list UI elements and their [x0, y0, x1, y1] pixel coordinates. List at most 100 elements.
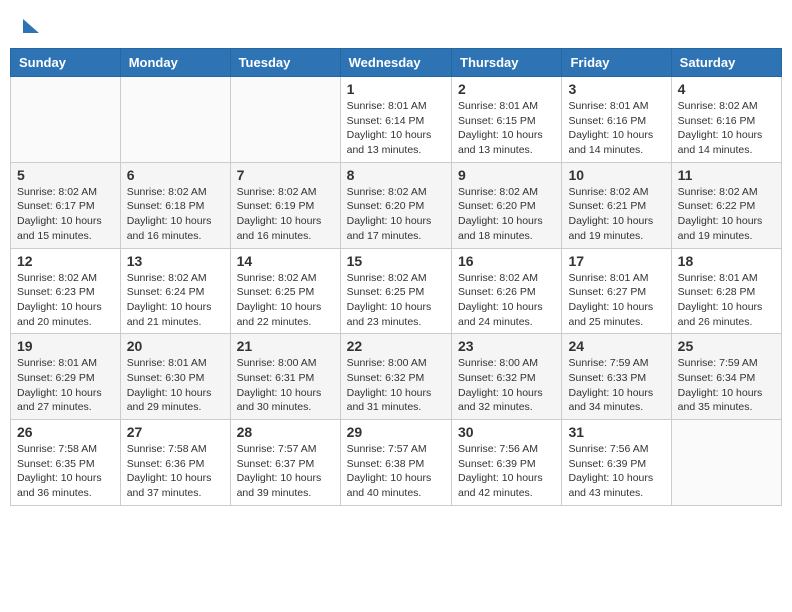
day-detail: Sunrise: 8:01 AM Sunset: 6:29 PM Dayligh…	[17, 356, 114, 415]
calendar-cell: 26 Sunrise: 7:58 AM Sunset: 6:35 PM Dayli…	[11, 420, 121, 506]
day-detail: Sunrise: 7:56 AM Sunset: 6:39 PM Dayligh…	[568, 442, 664, 501]
calendar-cell: 20Sunrise: 8:01 AM Sunset: 6:30 PM Dayli…	[120, 334, 230, 420]
day-detail: Sunrise: 8:02 AM Sunset: 6:18 PM Dayligh…	[127, 185, 224, 244]
calendar-cell: 8 Sunrise: 8:02 AM Sunset: 6:20 PM Daylig…	[340, 162, 451, 248]
day-detail: Sunrise: 8:02 AM Sunset: 6:23 PM Dayligh…	[17, 271, 114, 330]
calendar-cell: 28 Sunrise: 7:57 AM Sunset: 6:37 PM Dayli…	[230, 420, 340, 506]
day-detail: Sunrise: 7:59 AM Sunset: 6:34 PM Dayligh…	[678, 356, 775, 415]
day-detail: Sunrise: 8:01 AM Sunset: 6:14 PM Dayligh…	[347, 99, 445, 158]
day-number: 27	[127, 424, 224, 440]
calendar-cell: 21 Sunrise: 8:00 AM Sunset: 6:31 PM Dayli…	[230, 334, 340, 420]
day-number: 30	[458, 424, 555, 440]
day-detail: Sunrise: 8:02 AM Sunset: 6:16 PM Dayligh…	[678, 99, 775, 158]
day-detail: Sunrise: 8:02 AM Sunset: 6:24 PM Dayligh…	[127, 271, 224, 330]
logo	[20, 15, 39, 33]
day-number: 19	[17, 338, 114, 354]
day-number: 14	[237, 253, 334, 269]
calendar-cell: 30 Sunrise: 7:56 AM Sunset: 6:39 PM Dayli…	[452, 420, 562, 506]
day-detail: Sunrise: 7:56 AM Sunset: 6:39 PM Dayligh…	[458, 442, 555, 501]
day-detail: Sunrise: 8:02 AM Sunset: 6:20 PM Dayligh…	[347, 185, 445, 244]
calendar-week-row: 26 Sunrise: 7:58 AM Sunset: 6:35 PM Dayli…	[11, 420, 782, 506]
calendar-cell: 5 Sunrise: 8:02 AM Sunset: 6:17 PM Daylig…	[11, 162, 121, 248]
calendar-cell: 17 Sunrise: 8:01 AM Sunset: 6:27 PM Dayli…	[562, 248, 671, 334]
calendar-cell: 25 Sunrise: 7:59 AM Sunset: 6:34 PM Dayli…	[671, 334, 781, 420]
day-detail: Sunrise: 7:59 AM Sunset: 6:33 PM Dayligh…	[568, 356, 664, 415]
weekday-header-friday: Friday	[562, 49, 671, 77]
page-header	[10, 10, 782, 38]
calendar-cell: 29 Sunrise: 7:57 AM Sunset: 6:38 PM Dayli…	[340, 420, 451, 506]
calendar-cell: 15Sunrise: 8:02 AM Sunset: 6:25 PM Dayli…	[340, 248, 451, 334]
day-detail: Sunrise: 8:00 AM Sunset: 6:32 PM Dayligh…	[347, 356, 445, 415]
day-detail: Sunrise: 7:57 AM Sunset: 6:37 PM Dayligh…	[237, 442, 334, 501]
day-detail: Sunrise: 8:02 AM Sunset: 6:25 PM Dayligh…	[237, 271, 334, 330]
day-number: 17	[568, 253, 664, 269]
calendar-cell	[230, 77, 340, 163]
day-detail: Sunrise: 8:02 AM Sunset: 6:21 PM Dayligh…	[568, 185, 664, 244]
day-number: 29	[347, 424, 445, 440]
calendar-cell: 9Sunrise: 8:02 AM Sunset: 6:20 PM Daylig…	[452, 162, 562, 248]
day-number: 10	[568, 167, 664, 183]
calendar-cell: 7 Sunrise: 8:02 AM Sunset: 6:19 PM Daylig…	[230, 162, 340, 248]
calendar-cell: 3Sunrise: 8:01 AM Sunset: 6:16 PM Daylig…	[562, 77, 671, 163]
day-number: 16	[458, 253, 555, 269]
day-detail: Sunrise: 7:58 AM Sunset: 6:36 PM Dayligh…	[127, 442, 224, 501]
calendar-cell: 1 Sunrise: 8:01 AM Sunset: 6:14 PM Daylig…	[340, 77, 451, 163]
calendar-cell: 14 Sunrise: 8:02 AM Sunset: 6:25 PM Dayli…	[230, 248, 340, 334]
day-number: 25	[678, 338, 775, 354]
calendar-cell: 22Sunrise: 8:00 AM Sunset: 6:32 PM Dayli…	[340, 334, 451, 420]
day-number: 18	[678, 253, 775, 269]
calendar-cell	[11, 77, 121, 163]
day-number: 23	[458, 338, 555, 354]
calendar-cell: 11 Sunrise: 8:02 AM Sunset: 6:22 PM Dayli…	[671, 162, 781, 248]
calendar-week-row: 19 Sunrise: 8:01 AM Sunset: 6:29 PM Dayli…	[11, 334, 782, 420]
weekday-header-tuesday: Tuesday	[230, 49, 340, 77]
calendar-cell: 2 Sunrise: 8:01 AM Sunset: 6:15 PM Daylig…	[452, 77, 562, 163]
day-number: 21	[237, 338, 334, 354]
day-detail: Sunrise: 8:00 AM Sunset: 6:32 PM Dayligh…	[458, 356, 555, 415]
weekday-header-wednesday: Wednesday	[340, 49, 451, 77]
day-detail: Sunrise: 8:02 AM Sunset: 6:19 PM Dayligh…	[237, 185, 334, 244]
day-detail: Sunrise: 8:01 AM Sunset: 6:28 PM Dayligh…	[678, 271, 775, 330]
day-detail: Sunrise: 8:02 AM Sunset: 6:22 PM Dayligh…	[678, 185, 775, 244]
day-detail: Sunrise: 8:02 AM Sunset: 6:20 PM Dayligh…	[458, 185, 555, 244]
day-number: 8	[347, 167, 445, 183]
day-detail: Sunrise: 7:57 AM Sunset: 6:38 PM Dayligh…	[347, 442, 445, 501]
day-detail: Sunrise: 8:01 AM Sunset: 6:30 PM Dayligh…	[127, 356, 224, 415]
day-detail: Sunrise: 8:01 AM Sunset: 6:16 PM Dayligh…	[568, 99, 664, 158]
day-number: 24	[568, 338, 664, 354]
day-detail: Sunrise: 7:58 AM Sunset: 6:35 PM Dayligh…	[17, 442, 114, 501]
day-detail: Sunrise: 8:01 AM Sunset: 6:27 PM Dayligh…	[568, 271, 664, 330]
calendar-table: SundayMondayTuesdayWednesdayThursdayFrid…	[10, 48, 782, 506]
calendar-body: 1 Sunrise: 8:01 AM Sunset: 6:14 PM Daylig…	[11, 77, 782, 506]
day-number: 5	[17, 167, 114, 183]
weekday-header-monday: Monday	[120, 49, 230, 77]
day-detail: Sunrise: 8:01 AM Sunset: 6:15 PM Dayligh…	[458, 99, 555, 158]
day-number: 2	[458, 81, 555, 97]
day-number: 28	[237, 424, 334, 440]
calendar-cell: 10 Sunrise: 8:02 AM Sunset: 6:21 PM Dayli…	[562, 162, 671, 248]
weekday-header-thursday: Thursday	[452, 49, 562, 77]
day-detail: Sunrise: 8:02 AM Sunset: 6:17 PM Dayligh…	[17, 185, 114, 244]
day-number: 6	[127, 167, 224, 183]
day-detail: Sunrise: 8:00 AM Sunset: 6:31 PM Dayligh…	[237, 356, 334, 415]
day-number: 15	[347, 253, 445, 269]
weekday-header-saturday: Saturday	[671, 49, 781, 77]
day-number: 26	[17, 424, 114, 440]
calendar-cell: 4 Sunrise: 8:02 AM Sunset: 6:16 PM Daylig…	[671, 77, 781, 163]
calendar-cell: 27 Sunrise: 7:58 AM Sunset: 6:36 PM Dayli…	[120, 420, 230, 506]
day-number: 7	[237, 167, 334, 183]
calendar-cell: 18 Sunrise: 8:01 AM Sunset: 6:28 PM Dayli…	[671, 248, 781, 334]
day-number: 31	[568, 424, 664, 440]
calendar-week-row: 12Sunrise: 8:02 AM Sunset: 6:23 PM Dayli…	[11, 248, 782, 334]
day-number: 11	[678, 167, 775, 183]
logo-triangle-icon	[23, 19, 39, 33]
day-number: 13	[127, 253, 224, 269]
calendar-header-row: SundayMondayTuesdayWednesdayThursdayFrid…	[11, 49, 782, 77]
calendar-cell: 12Sunrise: 8:02 AM Sunset: 6:23 PM Dayli…	[11, 248, 121, 334]
weekday-header-sunday: Sunday	[11, 49, 121, 77]
calendar-cell: 6 Sunrise: 8:02 AM Sunset: 6:18 PM Daylig…	[120, 162, 230, 248]
calendar-week-row: 5 Sunrise: 8:02 AM Sunset: 6:17 PM Daylig…	[11, 162, 782, 248]
day-number: 4	[678, 81, 775, 97]
calendar-week-row: 1 Sunrise: 8:01 AM Sunset: 6:14 PM Daylig…	[11, 77, 782, 163]
day-number: 1	[347, 81, 445, 97]
